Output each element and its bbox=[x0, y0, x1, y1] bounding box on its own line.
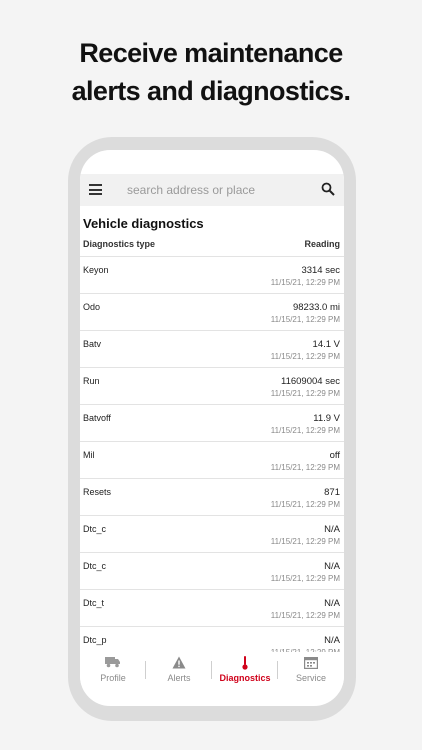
warning-icon bbox=[172, 656, 186, 669]
item-label: Keyon bbox=[83, 265, 109, 275]
list-item[interactable]: Batv 14.1 V 11/15/21, 12:29 PM bbox=[80, 330, 344, 367]
item-value: 3314 sec bbox=[301, 265, 340, 276]
item-value: N/A bbox=[324, 561, 340, 572]
item-timestamp: 11/15/21, 12:29 PM bbox=[270, 463, 340, 472]
item-label: Resets bbox=[83, 487, 112, 497]
tab-profile[interactable]: Profile bbox=[80, 652, 146, 692]
list-item[interactable]: Mil off 11/15/21, 12:29 PM bbox=[80, 441, 344, 478]
item-value: 98233.0 mi bbox=[292, 302, 340, 313]
item-label: Dtc_c bbox=[83, 561, 107, 571]
item-value: 871 bbox=[324, 487, 340, 498]
thermometer-icon bbox=[242, 656, 248, 670]
item-timestamp: 11/15/21, 12:29 PM bbox=[270, 611, 340, 620]
tab-alerts[interactable]: Alerts bbox=[146, 652, 212, 692]
tab-label: Alerts bbox=[167, 673, 191, 683]
diagnostics-list: Keyon 3314 sec 11/15/21, 12:29 PM Odo 98… bbox=[80, 256, 344, 663]
list-item[interactable]: Odo 98233.0 mi 11/15/21, 12:29 PM bbox=[80, 293, 344, 330]
item-value: 11609004 sec bbox=[281, 376, 340, 387]
list-item[interactable]: Batvoff 11.9 V 11/15/21, 12:29 PM bbox=[80, 404, 344, 441]
menu-icon[interactable] bbox=[89, 184, 102, 195]
item-timestamp: 11/15/21, 12:29 PM bbox=[270, 426, 340, 435]
item-label: Batvoff bbox=[83, 413, 111, 423]
list-item[interactable]: Run 11609004 sec 11/15/21, 12:29 PM bbox=[80, 367, 344, 404]
item-label: Odo bbox=[83, 302, 101, 312]
calendar-icon bbox=[304, 657, 318, 669]
bottom-tab-bar: Profile Alerts Diagnostics Service bbox=[80, 652, 344, 692]
item-value: N/A bbox=[324, 524, 340, 535]
item-label: Dtc_t bbox=[83, 598, 105, 608]
search-bar[interactable]: search address or place bbox=[80, 174, 344, 206]
list-item[interactable]: Keyon 3314 sec 11/15/21, 12:29 PM bbox=[80, 256, 344, 293]
item-label: Run bbox=[83, 376, 100, 386]
item-label: Mil bbox=[83, 450, 95, 460]
list-item[interactable]: Dtc_t N/A 11/15/21, 12:29 PM bbox=[80, 589, 344, 626]
tab-label: Profile bbox=[100, 673, 126, 683]
headline: Receive maintenance alerts and diagnosti… bbox=[0, 34, 422, 110]
headline-line-2: alerts and diagnostics. bbox=[71, 76, 351, 106]
list-item[interactable]: Dtc_c N/A 11/15/21, 12:29 PM bbox=[80, 515, 344, 552]
tab-diagnostics[interactable]: Diagnostics bbox=[212, 652, 278, 692]
headline-line-1: Receive maintenance bbox=[79, 38, 343, 68]
search-icon[interactable] bbox=[321, 182, 335, 196]
truck-icon bbox=[105, 657, 120, 668]
phone-screen: search address or place Vehicle diagnost… bbox=[80, 150, 344, 706]
item-timestamp: 11/15/21, 12:29 PM bbox=[270, 352, 340, 361]
item-timestamp: 11/15/21, 12:29 PM bbox=[270, 574, 340, 583]
item-timestamp: 11/15/21, 12:29 PM bbox=[270, 389, 340, 398]
item-label: Dtc_p bbox=[83, 635, 107, 645]
item-value: N/A bbox=[324, 635, 340, 646]
search-input[interactable]: search address or place bbox=[127, 183, 255, 197]
tab-label: Service bbox=[295, 673, 326, 683]
item-value: off bbox=[329, 450, 340, 461]
item-label: Batv bbox=[83, 339, 102, 349]
item-timestamp: 11/15/21, 12:29 PM bbox=[270, 537, 340, 546]
item-value: 14.1 V bbox=[312, 339, 340, 350]
tab-label: Diagnostics bbox=[219, 673, 271, 683]
item-timestamp: 11/15/21, 12:29 PM bbox=[270, 278, 340, 287]
column-header-reading: Reading bbox=[304, 239, 340, 249]
item-timestamp: 11/15/21, 12:29 PM bbox=[270, 500, 340, 509]
list-item[interactable]: Dtc_c N/A 11/15/21, 12:29 PM bbox=[80, 552, 344, 589]
tab-service[interactable]: Service bbox=[278, 652, 344, 692]
item-label: Dtc_c bbox=[83, 524, 107, 534]
item-value: N/A bbox=[324, 598, 340, 609]
item-value: 11.9 V bbox=[313, 413, 340, 424]
item-timestamp: 11/15/21, 12:29 PM bbox=[270, 315, 340, 324]
column-header-type: Diagnostics type bbox=[83, 239, 156, 249]
list-item[interactable]: Resets 871 11/15/21, 12:29 PM bbox=[80, 478, 344, 515]
section-title: Vehicle diagnostics bbox=[83, 216, 204, 231]
